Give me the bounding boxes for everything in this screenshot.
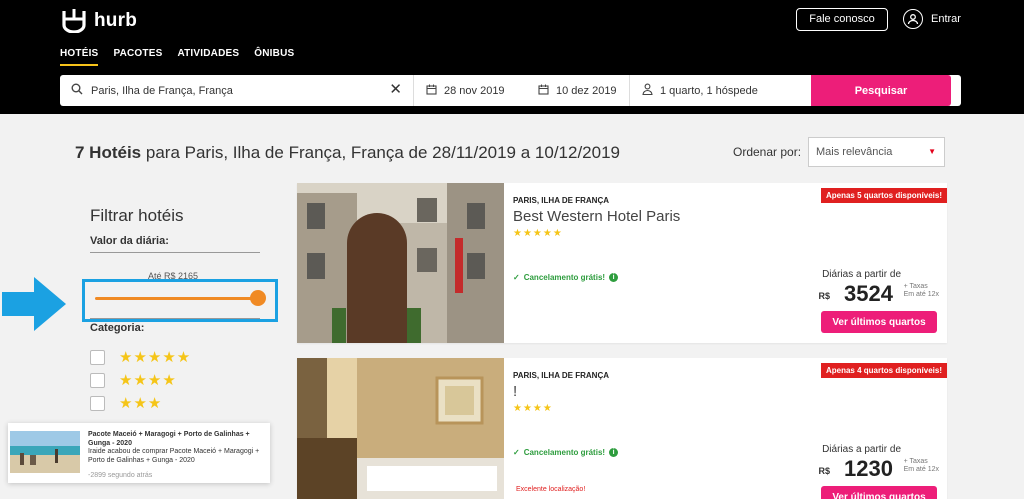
free-cancellation: ✓ Cancelamento grátis! i [513, 448, 619, 457]
star-rating: ★★★ [119, 395, 163, 412]
search-button[interactable]: Pesquisar [811, 75, 951, 106]
divider [90, 318, 260, 319]
tab-packages[interactable]: PACOTES [113, 48, 162, 66]
category-option-3[interactable]: ★★★ [90, 394, 162, 412]
price-filter-heading: Valor da diária: [90, 235, 169, 247]
price-caption: Diárias a partir de [822, 269, 901, 280]
sort-label: Ordenar por: [733, 145, 802, 159]
price-caption: Diárias a partir de [822, 444, 901, 455]
tab-activities[interactable]: ATIVIDADES [177, 48, 239, 66]
hurb-logo[interactable]: hurb [60, 8, 137, 34]
guests-field[interactable]: 1 quarto, 1 hóspede [630, 75, 811, 106]
destination-value: Paris, Ilha de França, França [91, 84, 233, 97]
view-rooms-button[interactable]: Ver últimos quartos [821, 311, 937, 333]
divider [90, 252, 260, 253]
checkin-value: 28 nov 2019 [444, 84, 505, 97]
info-icon[interactable]: i [609, 448, 619, 457]
free-cancellation: ✓ Cancelamento grátis! i [513, 273, 619, 282]
location-highlight: Excelente localização! [516, 486, 586, 493]
top-header: hurb Fale conosco Entrar HOTÉIS PACOTES … [0, 0, 1024, 114]
currency: R$ [818, 291, 830, 301]
star-rating: ★★★★ [119, 372, 177, 389]
info-icon[interactable]: i [609, 273, 619, 282]
taxes-line: + Taxas [903, 283, 928, 290]
check-icon: ✓ [513, 273, 520, 282]
search-bar: Paris, Ilha de França, França ✕ 28 nov 2… [60, 75, 961, 106]
category-filter-heading: Categoria: [90, 322, 145, 334]
results-count: 7 Hotéis [75, 143, 142, 162]
checkbox[interactable] [90, 395, 105, 411]
hotel-card[interactable]: PARIS, ILHA DE FRANÇA ! ★★★★ ✓ Cancelame… [297, 358, 947, 499]
category-option-5[interactable]: ★★★★★ [90, 348, 191, 366]
check-icon: ✓ [513, 448, 520, 457]
star-rating: ★★★★★ [119, 349, 192, 366]
notification-title: Pacote Maceió + Maragogi + Porto de Gali… [88, 431, 250, 447]
purchase-notification[interactable]: Pacote Maceió + Maragogi + Porto de Gali… [8, 423, 270, 483]
search-icon [71, 82, 83, 100]
destination-field[interactable]: Paris, Ilha de França, França ✕ [60, 75, 414, 106]
hotel-photo [297, 358, 504, 499]
taxes-line: + Taxas [903, 458, 928, 465]
calendar-icon [538, 84, 549, 98]
currency: R$ [818, 466, 830, 476]
sort-dropdown[interactable]: Mais relevância ▼ [808, 137, 945, 167]
person-icon [642, 83, 653, 98]
hotel-name[interactable]: Best Western Hotel Paris [513, 208, 680, 225]
cancel-label: Cancelamento grátis! [523, 448, 606, 457]
sort-value: Mais relevância [816, 146, 893, 158]
hotel-location: PARIS, ILHA DE FRANÇA [513, 371, 609, 380]
cancel-label: Cancelamento grátis! [523, 273, 606, 282]
availability-badge: Apenas 5 quartos disponíveis! [820, 188, 947, 203]
checkout-field[interactable]: 10 dez 2019 [526, 75, 630, 106]
tab-bus[interactable]: ÔNIBUS [254, 48, 294, 66]
beach-thumbnail [10, 431, 80, 473]
results-summary: para Paris, Ilha de França, França de 28… [145, 143, 620, 162]
category-option-4[interactable]: ★★★★ [90, 371, 177, 389]
hotel-location: PARIS, ILHA DE FRANÇA [513, 196, 609, 205]
checkin-field[interactable]: 28 nov 2019 [414, 75, 526, 106]
hotel-stars: ★★★★★ [513, 228, 563, 239]
login-label: Entrar [931, 13, 961, 25]
installments-line: Em até 12x [903, 466, 939, 473]
hotel-photo [297, 183, 504, 343]
view-rooms-button[interactable]: Ver últimos quartos [821, 486, 937, 499]
notification-body: Iraide acabou de comprar Pacote Maceió +… [88, 448, 260, 464]
installments-line: Em até 12x [903, 291, 939, 298]
caret-down-icon: ▼ [928, 147, 936, 156]
notification-time: -2899 segundo atrás [88, 472, 153, 479]
taxes-note: + Taxas Em até 12x [904, 283, 939, 299]
hotel-name[interactable]: ! [513, 383, 517, 400]
arrow-right-icon [2, 277, 66, 331]
hotel-card[interactable]: PARIS, ILHA DE FRANÇA Best Western Hotel… [297, 183, 947, 343]
calendar-icon [426, 84, 437, 98]
highlight-box [82, 279, 278, 322]
hotel-stars: ★★★★ [513, 403, 553, 414]
user-icon [903, 9, 923, 29]
brand-name: hurb [94, 10, 138, 31]
filter-title: Filtrar hotéis [90, 206, 184, 225]
close-icon[interactable]: ✕ [389, 82, 402, 97]
tab-hotels[interactable]: HOTÉIS [60, 48, 99, 66]
checkbox[interactable] [90, 372, 105, 388]
hurb-logo-icon [60, 9, 88, 33]
availability-badge: Apenas 4 quartos disponíveis! [820, 363, 947, 378]
price-value: 1230 [844, 456, 893, 481]
guests-value: 1 quarto, 1 hóspede [660, 84, 758, 97]
taxes-note: + Taxas Em até 12x [904, 458, 939, 474]
price-value: 3524 [844, 281, 893, 306]
login-link[interactable]: Entrar [903, 9, 961, 29]
checkout-value: 10 dez 2019 [556, 84, 617, 97]
checkbox[interactable] [90, 349, 105, 365]
product-nav: HOTÉIS PACOTES ATIVIDADES ÔNIBUS [60, 48, 294, 66]
results-title: 7 Hotéis para Paris, Ilha de França, Fra… [75, 143, 620, 163]
contact-button[interactable]: Fale conosco [796, 8, 888, 31]
